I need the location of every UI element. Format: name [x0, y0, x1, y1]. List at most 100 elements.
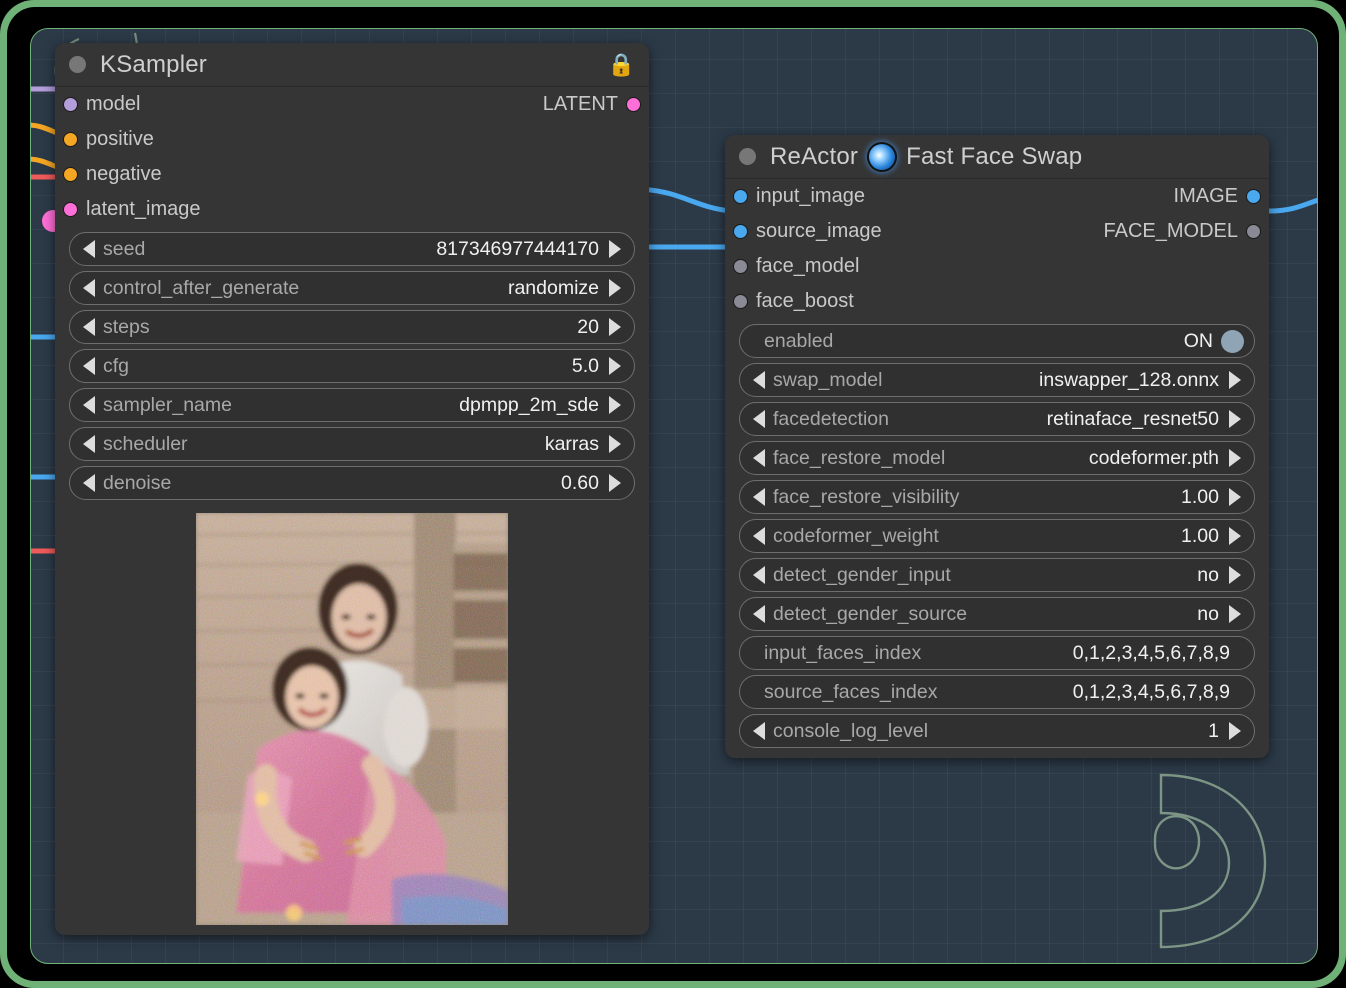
- widget-label-steps: steps: [103, 316, 150, 339]
- widget-value-input-faces-index[interactable]: 0,1,2,3,4,5,6,7,8,9: [1073, 642, 1230, 665]
- widget-value-codeformer-weight[interactable]: 1.00: [1181, 525, 1219, 548]
- decrement-arrow-icon[interactable]: [753, 605, 765, 623]
- input-label-source-image: source_image: [756, 220, 882, 243]
- widget-value-swap-model[interactable]: inswapper_128.onnx: [1039, 369, 1219, 392]
- widget-enabled[interactable]: enabled ON: [739, 324, 1255, 358]
- widget-control-after-generate[interactable]: control_after_generate randomize: [69, 271, 635, 305]
- widget-value-face-restore-visibility[interactable]: 1.00: [1181, 486, 1219, 509]
- decrement-arrow-icon[interactable]: [753, 410, 765, 428]
- lock-icon[interactable]: 🔒: [608, 54, 635, 76]
- input-dot-negative[interactable]: [63, 167, 78, 182]
- widget-label-cfg: cfg: [103, 355, 129, 378]
- decrement-arrow-icon[interactable]: [753, 449, 765, 467]
- decrement-arrow-icon[interactable]: [753, 488, 765, 506]
- input-dot-source-image[interactable]: [733, 224, 748, 239]
- slot-row-positive[interactable]: positive: [55, 122, 649, 157]
- slot-row-face-model[interactable]: face_model: [725, 249, 1269, 284]
- widget-value-facedetection[interactable]: retinaface_resnet50: [1047, 408, 1219, 431]
- ksampler-title: KSampler: [100, 51, 207, 79]
- slot-row-latent-image[interactable]: latent_image: [55, 192, 649, 227]
- widget-value-seed[interactable]: 817346977444170: [436, 238, 599, 261]
- increment-arrow-icon[interactable]: [1229, 527, 1241, 545]
- widget-value-sampler-name[interactable]: dpmpp_2m_sde: [459, 394, 599, 417]
- widget-swap-model[interactable]: swap_model inswapper_128.onnx: [739, 363, 1255, 397]
- widget-value-source-faces-index[interactable]: 0,1,2,3,4,5,6,7,8,9: [1073, 681, 1230, 704]
- input-dot-model[interactable]: [63, 97, 78, 112]
- ksampler-header[interactable]: KSampler 🔒: [55, 43, 649, 87]
- decrement-arrow-icon[interactable]: [83, 279, 95, 297]
- widget-scheduler[interactable]: scheduler karras: [69, 427, 635, 461]
- increment-arrow-icon[interactable]: [609, 318, 621, 336]
- widget-value-denoise[interactable]: 0.60: [561, 472, 599, 495]
- decrement-arrow-icon[interactable]: [83, 357, 95, 375]
- widget-input-faces-index[interactable]: input_faces_index 0,1,2,3,4,5,6,7,8,9: [739, 636, 1255, 670]
- collapse-toggle-icon[interactable]: [739, 148, 756, 165]
- decrement-arrow-icon[interactable]: [83, 396, 95, 414]
- widget-face-restore-model[interactable]: face_restore_model codeformer.pth: [739, 441, 1255, 475]
- widget-cfg[interactable]: cfg 5.0: [69, 349, 635, 383]
- decrement-arrow-icon[interactable]: [753, 527, 765, 545]
- preview-image-container[interactable]: [69, 513, 635, 925]
- widget-value-face-restore-model[interactable]: codeformer.pth: [1089, 447, 1219, 470]
- input-dot-input-image[interactable]: [733, 189, 748, 204]
- widget-denoise[interactable]: denoise 0.60: [69, 466, 635, 500]
- widget-codeformer-weight[interactable]: codeformer_weight 1.00: [739, 519, 1255, 553]
- widget-source-faces-index[interactable]: source_faces_index 0,1,2,3,4,5,6,7,8,9: [739, 675, 1255, 709]
- node-ksampler[interactable]: KSampler 🔒 model LATENT positive ne: [55, 43, 649, 935]
- increment-arrow-icon[interactable]: [609, 279, 621, 297]
- decrement-arrow-icon[interactable]: [83, 435, 95, 453]
- input-dot-latent-image[interactable]: [63, 202, 78, 217]
- widget-facedetection[interactable]: facedetection retinaface_resnet50: [739, 402, 1255, 436]
- increment-arrow-icon[interactable]: [609, 435, 621, 453]
- increment-arrow-icon[interactable]: [1229, 566, 1241, 584]
- slot-row-input-image[interactable]: input_image IMAGE: [725, 179, 1269, 214]
- decrement-arrow-icon[interactable]: [83, 318, 95, 336]
- collapse-toggle-icon[interactable]: [69, 56, 86, 73]
- slot-row-source-image[interactable]: source_image FACE_MODEL: [725, 214, 1269, 249]
- increment-arrow-icon[interactable]: [1229, 605, 1241, 623]
- increment-arrow-icon[interactable]: [609, 474, 621, 492]
- widget-value-console-log-level[interactable]: 1: [1208, 720, 1219, 743]
- widget-value-detect-gender-input[interactable]: no: [1197, 564, 1219, 587]
- input-dot-positive[interactable]: [63, 132, 78, 147]
- node-reactor-fast-face-swap[interactable]: ReActor Fast Face Swap input_image IMAGE…: [725, 135, 1269, 758]
- widget-value-enabled[interactable]: ON: [1184, 330, 1213, 353]
- slot-row-face-boost[interactable]: face_boost: [725, 284, 1269, 319]
- increment-arrow-icon[interactable]: [609, 357, 621, 375]
- increment-arrow-icon[interactable]: [1229, 410, 1241, 428]
- widget-detect-gender-source[interactable]: detect_gender_source no: [739, 597, 1255, 631]
- widget-sampler-name[interactable]: sampler_name dpmpp_2m_sde: [69, 388, 635, 422]
- widget-value-detect-gender-source[interactable]: no: [1197, 603, 1219, 626]
- widget-value-steps[interactable]: 20: [577, 316, 599, 339]
- slot-row-model[interactable]: model LATENT: [55, 87, 649, 122]
- reactor-header[interactable]: ReActor Fast Face Swap: [725, 135, 1269, 179]
- widget-steps[interactable]: steps 20: [69, 310, 635, 344]
- decrement-arrow-icon[interactable]: [753, 566, 765, 584]
- decrement-arrow-icon[interactable]: [83, 240, 95, 258]
- widget-seed[interactable]: seed 817346977444170: [69, 232, 635, 266]
- widget-value-scheduler[interactable]: karras: [545, 433, 599, 456]
- decrement-arrow-icon[interactable]: [83, 474, 95, 492]
- widget-value-cfg[interactable]: 5.0: [572, 355, 599, 378]
- widget-console-log-level[interactable]: console_log_level 1: [739, 714, 1255, 748]
- increment-arrow-icon[interactable]: [609, 240, 621, 258]
- decrement-arrow-icon[interactable]: [753, 371, 765, 389]
- increment-arrow-icon[interactable]: [1229, 722, 1241, 740]
- widget-face-restore-visibility[interactable]: face_restore_visibility 1.00: [739, 480, 1255, 514]
- widget-value-control-after-generate[interactable]: randomize: [508, 277, 599, 300]
- increment-arrow-icon[interactable]: [1229, 488, 1241, 506]
- input-dot-face-boost[interactable]: [733, 294, 748, 309]
- output-dot-image[interactable]: [1246, 189, 1261, 204]
- decrement-arrow-icon[interactable]: [753, 722, 765, 740]
- input-dot-face-model[interactable]: [733, 259, 748, 274]
- increment-arrow-icon[interactable]: [609, 396, 621, 414]
- widget-detect-gender-input[interactable]: detect_gender_input no: [739, 558, 1255, 592]
- output-dot-latent[interactable]: [626, 97, 641, 112]
- slot-row-negative[interactable]: negative: [55, 157, 649, 192]
- increment-arrow-icon[interactable]: [1229, 449, 1241, 467]
- preview-image[interactable]: [196, 513, 508, 925]
- increment-arrow-icon[interactable]: [1229, 371, 1241, 389]
- toggle-knob-icon[interactable]: [1221, 330, 1244, 353]
- output-dot-face-model[interactable]: [1246, 224, 1261, 239]
- node-graph-canvas[interactable]: KSampler 🔒 model LATENT positive ne: [30, 28, 1318, 964]
